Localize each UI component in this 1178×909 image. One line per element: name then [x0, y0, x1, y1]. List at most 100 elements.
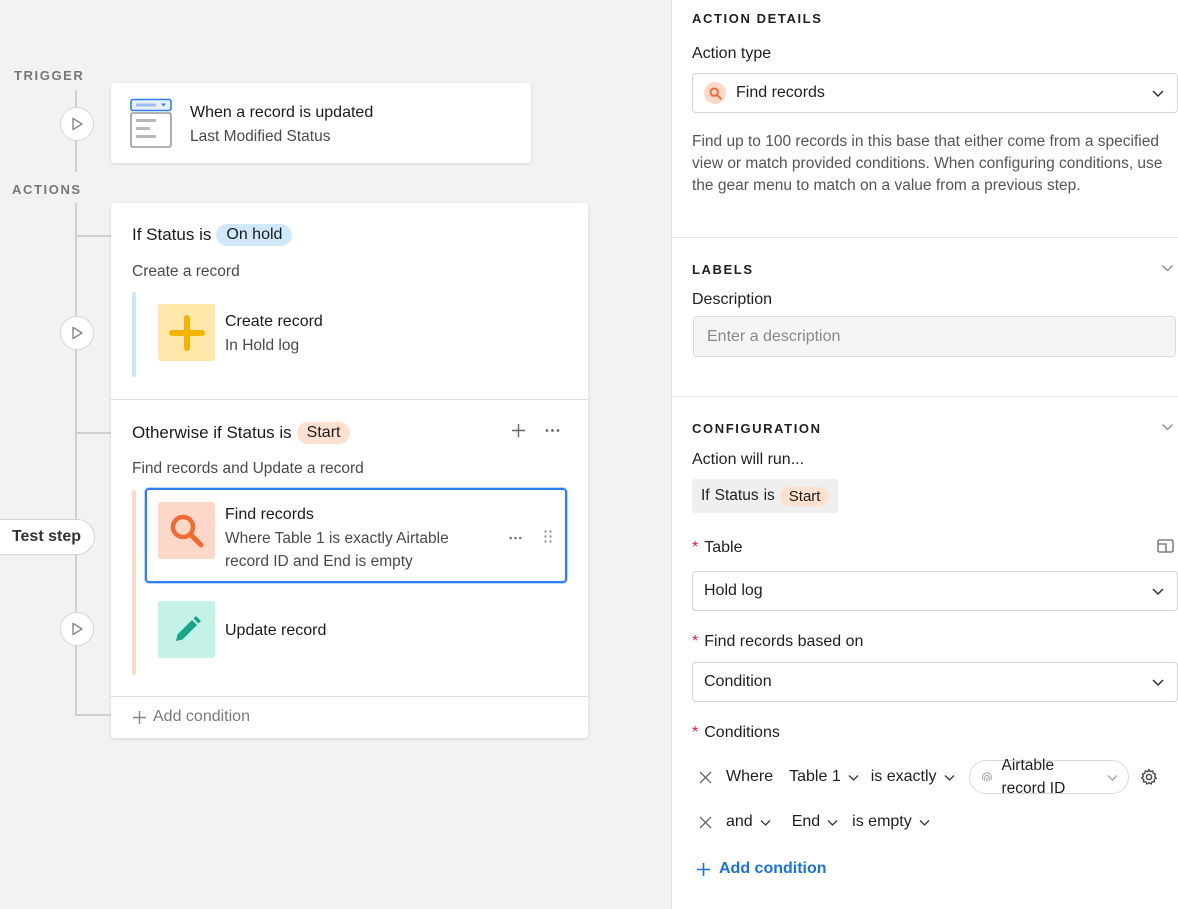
- update-record-title[interactable]: Update record: [225, 622, 326, 640]
- description-input[interactable]: [693, 316, 1176, 357]
- action-description-text: Find up to 100 records in this base that…: [692, 133, 1163, 194]
- runs-field: Status: [714, 487, 759, 504]
- add-step-icon[interactable]: [511, 423, 526, 438]
- required-marker: *: [692, 633, 699, 650]
- trigger-title: When a record is updated: [190, 104, 374, 121]
- search-icon: [170, 514, 203, 547]
- condition-field-select[interactable]: Table 1: [789, 768, 859, 786]
- expand-table-icon[interactable]: [1157, 539, 1174, 553]
- condition-field-select[interactable]: End: [792, 813, 838, 831]
- fingerprint-icon: [981, 772, 992, 782]
- table-label: * Table: [692, 539, 742, 557]
- trigger-subtitle: Last Modified Status: [190, 128, 331, 145]
- conditions-label: * Conditions: [692, 724, 780, 742]
- chevron-down-icon: [1107, 774, 1117, 781]
- more-options-icon[interactable]: [545, 428, 560, 433]
- chevron-down-icon[interactable]: [1161, 261, 1174, 274]
- condition-connector: and: [726, 813, 753, 830]
- condition-value: Airtable record ID: [1002, 754, 1066, 800]
- search-badge-icon: [704, 82, 726, 104]
- action-type-select[interactable]: Find records: [692, 73, 1178, 113]
- actions-section-label: ACTIONS: [12, 182, 82, 197]
- condition-value-line2: record ID: [1001, 780, 1066, 797]
- condition-row: Where Table 1 is exactly Airtable record…: [692, 757, 1158, 797]
- table-value: Hold log: [704, 582, 763, 599]
- condition-connector-select[interactable]: and: [726, 813, 771, 831]
- conditions-label-text: Conditions: [704, 724, 780, 741]
- step-more-icon[interactable]: [509, 536, 522, 540]
- runs-if: If: [701, 487, 710, 504]
- add-condition-link[interactable]: Add condition: [696, 860, 827, 878]
- branch-2-title[interactable]: Otherwise if Status is Start: [132, 422, 351, 444]
- condition-value-line1: Airtable: [1001, 757, 1055, 774]
- labels-heading: LABELS: [692, 262, 754, 277]
- record-updated-icon: [130, 98, 172, 148]
- plus-icon: [697, 862, 710, 876]
- branch-2-title-text: Otherwise if Status is: [132, 423, 292, 442]
- branch-divider: [111, 399, 588, 400]
- condition-operator: is exactly: [870, 768, 937, 785]
- branch-1-title-text: If Status is: [132, 225, 212, 244]
- find-based-on-select[interactable]: Condition: [692, 662, 1178, 702]
- find-records-title: Find records: [225, 506, 314, 523]
- run-trigger-button[interactable]: [60, 107, 94, 141]
- chevron-down-icon: [848, 774, 859, 781]
- find-based-on-label: * Find records based on: [692, 633, 863, 651]
- section-divider: [672, 396, 1178, 397]
- find-based-on-value: Condition: [704, 673, 772, 690]
- branch-connector: [75, 235, 111, 237]
- create-record-subtitle: In Hold log: [225, 337, 300, 354]
- plus-icon: [133, 710, 146, 724]
- actions-card: If Status is On hold Create a record Cre…: [111, 203, 588, 738]
- condition-operator-select[interactable]: is exactly: [871, 768, 955, 786]
- runs-value-pill: Start: [779, 486, 830, 506]
- find-records-subtitle: Where Table 1 is exactly Airtable record…: [225, 530, 449, 570]
- chevron-down-icon: [827, 819, 838, 826]
- test-step-label: Test step: [11, 528, 81, 545]
- gear-icon[interactable]: [1140, 768, 1158, 786]
- branch-2-subtitle: Find records and Update a record: [132, 460, 364, 477]
- action-details-heading: ACTION DETAILS: [692, 11, 823, 26]
- trigger-card[interactable]: When a record is updated Last Modified S…: [111, 83, 531, 163]
- trigger-section-label: TRIGGER: [14, 68, 85, 83]
- test-step-button[interactable]: Test step: [0, 519, 95, 555]
- action-details-panel: ACTION DETAILS Action type Find records …: [671, 0, 1178, 909]
- plus-icon: [168, 314, 205, 351]
- find-records-tile: [158, 502, 215, 559]
- branch-1-title[interactable]: If Status is On hold: [132, 224, 293, 246]
- branch-connector: [75, 432, 111, 434]
- pencil-icon: [175, 615, 201, 641]
- condition-operator: is empty: [852, 813, 912, 830]
- chevron-down-icon: [919, 819, 930, 826]
- chevron-down-icon[interactable]: [1161, 420, 1174, 433]
- branch-connector: [75, 714, 111, 716]
- update-record-tile: [158, 601, 215, 658]
- condition-field: Table 1: [789, 768, 841, 785]
- remove-condition-icon[interactable]: [699, 771, 712, 784]
- create-record-tile: [158, 304, 215, 361]
- remove-condition-icon[interactable]: [699, 816, 712, 829]
- chevron-down-icon: [1152, 90, 1164, 98]
- add-condition-link-label: Add condition: [719, 860, 827, 877]
- status-pill-start: Start: [296, 422, 351, 444]
- run-condition-summary: If Status is Start: [692, 479, 839, 513]
- condition-value-select[interactable]: Airtable record ID: [968, 757, 1129, 797]
- branch-1-subtitle: Create a record: [132, 263, 240, 280]
- action-type-label: Action type: [692, 45, 772, 62]
- table-select[interactable]: Hold log: [692, 571, 1178, 611]
- runs-is: is: [763, 487, 775, 504]
- condition-operator-select[interactable]: is empty: [852, 813, 930, 831]
- table-label-text: Table: [704, 539, 743, 556]
- chevron-down-icon: [1152, 588, 1164, 596]
- drag-handle-icon[interactable]: [544, 530, 552, 543]
- required-marker: *: [692, 539, 699, 556]
- status-pill-on-hold: On hold: [216, 224, 293, 246]
- condition-row: and End is empty: [692, 804, 930, 840]
- add-condition-button[interactable]: Add condition: [132, 708, 250, 726]
- play-icon: [72, 117, 83, 131]
- create-record-title[interactable]: Create record: [225, 313, 323, 331]
- play-icon: [72, 622, 83, 636]
- run-branch-button[interactable]: [60, 316, 94, 350]
- run-branch-button[interactable]: [60, 612, 94, 646]
- branch-2-rail: [132, 490, 136, 675]
